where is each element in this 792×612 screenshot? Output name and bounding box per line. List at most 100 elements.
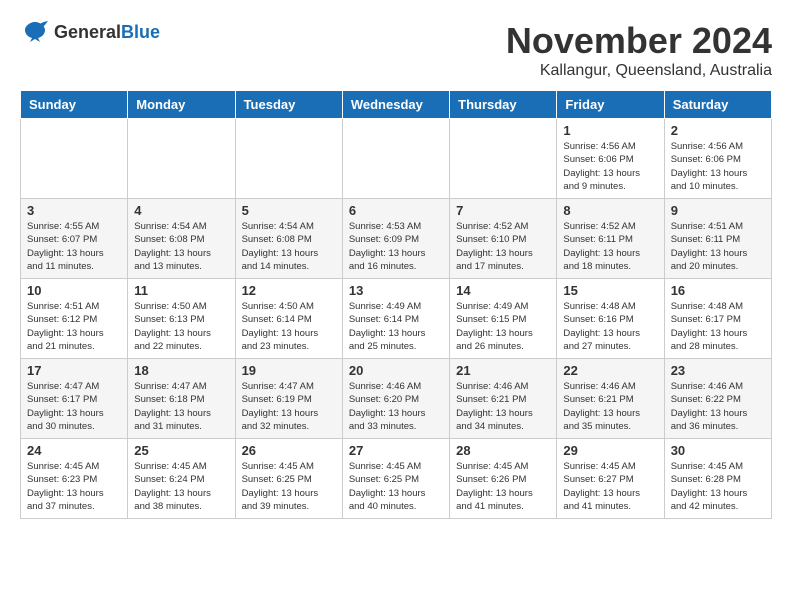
day-info: Sunrise: 4:45 AMSunset: 6:23 PMDaylight:…	[27, 460, 121, 513]
day-info: Sunrise: 4:54 AMSunset: 6:08 PMDaylight:…	[134, 220, 228, 273]
day-number: 2	[671, 123, 765, 138]
day-number: 20	[349, 363, 443, 378]
calendar-cell	[342, 119, 449, 199]
page-header: GeneralBlue November 2024 Kallangur, Que…	[20, 20, 772, 80]
day-info: Sunrise: 4:46 AMSunset: 6:21 PMDaylight:…	[456, 380, 550, 433]
day-number: 30	[671, 443, 765, 458]
day-info: Sunrise: 4:46 AMSunset: 6:21 PMDaylight:…	[563, 380, 657, 433]
calendar-cell: 6 Sunrise: 4:53 AMSunset: 6:09 PMDaylight…	[342, 199, 449, 279]
day-number: 6	[349, 203, 443, 218]
weekday-header-row: SundayMondayTuesdayWednesdayThursdayFrid…	[21, 91, 772, 119]
day-number: 11	[134, 283, 228, 298]
title-block: November 2024 Kallangur, Queensland, Aus…	[506, 20, 772, 80]
calendar-cell: 8Sunrise: 4:52 AMSunset: 6:11 PMDaylight…	[557, 199, 664, 279]
day-number: 14	[456, 283, 550, 298]
calendar-cell: 14 Sunrise: 4:49 AMSunset: 6:15 PMDayligh…	[450, 279, 557, 359]
calendar-cell: 21 Sunrise: 4:46 AMSunset: 6:21 PMDayligh…	[450, 359, 557, 439]
day-info: Sunrise: 4:51 AMSunset: 6:12 PMDaylight:…	[27, 300, 121, 353]
day-info: Sunrise: 4:45 AMSunset: 6:26 PMDaylight:…	[456, 460, 550, 513]
calendar-cell: 22 Sunrise: 4:46 AMSunset: 6:21 PMDayligh…	[557, 359, 664, 439]
weekday-header-monday: Monday	[128, 91, 235, 119]
day-info: Sunrise: 4:50 AMSunset: 6:13 PMDaylight:…	[134, 300, 228, 353]
day-number: 13	[349, 283, 443, 298]
calendar-cell: 20 Sunrise: 4:46 AMSunset: 6:20 PMDayligh…	[342, 359, 449, 439]
day-number: 4	[134, 203, 228, 218]
day-number: 25	[134, 443, 228, 458]
calendar-cell	[450, 119, 557, 199]
logo-bird-icon	[20, 20, 50, 44]
day-info: Sunrise: 4:45 AMSunset: 6:27 PMDaylight:…	[563, 460, 657, 513]
location-title: Kallangur, Queensland, Australia	[506, 62, 772, 80]
day-info: Sunrise: 4:53 AMSunset: 6:09 PMDaylight:…	[349, 220, 443, 273]
calendar-cell: 16 Sunrise: 4:48 AMSunset: 6:17 PMDayligh…	[664, 279, 771, 359]
day-number: 16	[671, 283, 765, 298]
day-info: Sunrise: 4:55 AMSunset: 6:07 PMDaylight:…	[27, 220, 121, 273]
day-number: 21	[456, 363, 550, 378]
day-info: Sunrise: 4:47 AMSunset: 6:17 PMDaylight:…	[27, 380, 121, 433]
calendar-cell: 9Sunrise: 4:51 AMSunset: 6:11 PMDaylight…	[664, 199, 771, 279]
day-number: 15	[563, 283, 657, 298]
calendar-cell: 7 Sunrise: 4:52 AMSunset: 6:10 PMDaylight…	[450, 199, 557, 279]
calendar-cell: 3 Sunrise: 4:55 AMSunset: 6:07 PMDaylight…	[21, 199, 128, 279]
day-number: 3	[27, 203, 121, 218]
day-number: 29	[563, 443, 657, 458]
calendar-cell: 10 Sunrise: 4:51 AMSunset: 6:12 PMDayligh…	[21, 279, 128, 359]
day-info: Sunrise: 4:54 AMSunset: 6:08 PMDaylight:…	[242, 220, 336, 273]
day-number: 7	[456, 203, 550, 218]
day-number: 18	[134, 363, 228, 378]
day-number: 12	[242, 283, 336, 298]
calendar-cell: 11 Sunrise: 4:50 AMSunset: 6:13 PMDayligh…	[128, 279, 235, 359]
day-info: Sunrise: 4:45 AMSunset: 6:25 PMDaylight:…	[242, 460, 336, 513]
weekday-header-tuesday: Tuesday	[235, 91, 342, 119]
calendar-cell: 28 Sunrise: 4:45 AMSunset: 6:26 PMDayligh…	[450, 439, 557, 519]
week-row-4: 17Sunrise: 4:47 AMSunset: 6:17 PMDayligh…	[21, 359, 772, 439]
day-info: Sunrise: 4:56 AMSunset: 6:06 PMDaylight:…	[671, 140, 765, 193]
day-info: Sunrise: 4:46 AMSunset: 6:22 PMDaylight:…	[671, 380, 765, 433]
day-number: 9	[671, 203, 765, 218]
day-info: Sunrise: 4:49 AMSunset: 6:15 PMDaylight:…	[456, 300, 550, 353]
calendar-cell: 5 Sunrise: 4:54 AMSunset: 6:08 PMDaylight…	[235, 199, 342, 279]
calendar-cell: 19Sunrise: 4:47 AMSunset: 6:19 PMDayligh…	[235, 359, 342, 439]
day-info: Sunrise: 4:45 AMSunset: 6:24 PMDaylight:…	[134, 460, 228, 513]
logo: GeneralBlue	[20, 20, 160, 44]
day-number: 5	[242, 203, 336, 218]
day-info: Sunrise: 4:45 AMSunset: 6:25 PMDaylight:…	[349, 460, 443, 513]
calendar-cell: 1Sunrise: 4:56 AMSunset: 6:06 PMDaylight…	[557, 119, 664, 199]
weekday-header-thursday: Thursday	[450, 91, 557, 119]
day-number: 27	[349, 443, 443, 458]
calendar-cell: 27 Sunrise: 4:45 AMSunset: 6:25 PMDayligh…	[342, 439, 449, 519]
week-row-2: 3 Sunrise: 4:55 AMSunset: 6:07 PMDaylight…	[21, 199, 772, 279]
calendar-cell: 17Sunrise: 4:47 AMSunset: 6:17 PMDayligh…	[21, 359, 128, 439]
calendar-cell: 2 Sunrise: 4:56 AMSunset: 6:06 PMDaylight…	[664, 119, 771, 199]
day-number: 22	[563, 363, 657, 378]
day-info: Sunrise: 4:47 AMSunset: 6:18 PMDaylight:…	[134, 380, 228, 433]
day-info: Sunrise: 4:49 AMSunset: 6:14 PMDaylight:…	[349, 300, 443, 353]
calendar-cell: 26 Sunrise: 4:45 AMSunset: 6:25 PMDayligh…	[235, 439, 342, 519]
weekday-header-saturday: Saturday	[664, 91, 771, 119]
month-title: November 2024	[506, 20, 772, 62]
day-info: Sunrise: 4:45 AMSunset: 6:28 PMDaylight:…	[671, 460, 765, 513]
weekday-header-wednesday: Wednesday	[342, 91, 449, 119]
day-number: 26	[242, 443, 336, 458]
day-number: 28	[456, 443, 550, 458]
logo-text: GeneralBlue	[54, 22, 160, 43]
calendar-cell: 24Sunrise: 4:45 AMSunset: 6:23 PMDayligh…	[21, 439, 128, 519]
calendar-cell: 25 Sunrise: 4:45 AMSunset: 6:24 PMDayligh…	[128, 439, 235, 519]
weekday-header-sunday: Sunday	[21, 91, 128, 119]
calendar-cell: 18 Sunrise: 4:47 AMSunset: 6:18 PMDayligh…	[128, 359, 235, 439]
day-info: Sunrise: 4:56 AMSunset: 6:06 PMDaylight:…	[563, 140, 657, 193]
day-info: Sunrise: 4:48 AMSunset: 6:17 PMDaylight:…	[671, 300, 765, 353]
week-row-3: 10 Sunrise: 4:51 AMSunset: 6:12 PMDayligh…	[21, 279, 772, 359]
calendar-cell	[235, 119, 342, 199]
week-row-5: 24Sunrise: 4:45 AMSunset: 6:23 PMDayligh…	[21, 439, 772, 519]
calendar-cell: 15Sunrise: 4:48 AMSunset: 6:16 PMDayligh…	[557, 279, 664, 359]
calendar-cell: 29 Sunrise: 4:45 AMSunset: 6:27 PMDayligh…	[557, 439, 664, 519]
day-info: Sunrise: 4:52 AMSunset: 6:11 PMDaylight:…	[563, 220, 657, 273]
week-row-1: 1Sunrise: 4:56 AMSunset: 6:06 PMDaylight…	[21, 119, 772, 199]
day-number: 10	[27, 283, 121, 298]
day-info: Sunrise: 4:46 AMSunset: 6:20 PMDaylight:…	[349, 380, 443, 433]
calendar-cell: 4 Sunrise: 4:54 AMSunset: 6:08 PMDaylight…	[128, 199, 235, 279]
day-info: Sunrise: 4:52 AMSunset: 6:10 PMDaylight:…	[456, 220, 550, 273]
calendar-cell: 30 Sunrise: 4:45 AMSunset: 6:28 PMDayligh…	[664, 439, 771, 519]
day-number: 23	[671, 363, 765, 378]
